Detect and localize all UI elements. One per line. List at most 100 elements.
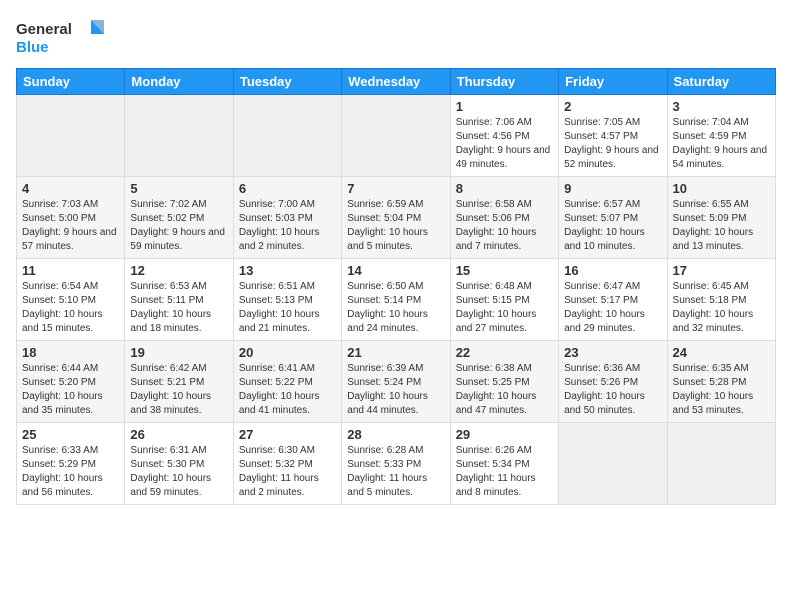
- calendar-header-row: SundayMondayTuesdayWednesdayThursdayFrid…: [17, 69, 776, 95]
- calendar-week-4: 18 Sunrise: 6:44 AMSunset: 5:20 PMDayligh…: [17, 341, 776, 423]
- day-number: 7: [347, 181, 444, 196]
- day-number: 5: [130, 181, 227, 196]
- calendar-cell: 19 Sunrise: 6:42 AMSunset: 5:21 PMDayligh…: [125, 341, 233, 423]
- day-number: 29: [456, 427, 553, 442]
- logo-svg: General Blue: [16, 16, 106, 58]
- day-info: Sunrise: 7:03 AMSunset: 5:00 PMDaylight:…: [22, 198, 119, 254]
- day-number: 10: [673, 181, 770, 196]
- calendar-cell: 9 Sunrise: 6:57 AMSunset: 5:07 PMDaylight…: [559, 177, 667, 259]
- calendar-cell: [667, 423, 775, 505]
- calendar-cell: 2 Sunrise: 7:05 AMSunset: 4:57 PMDaylight…: [559, 95, 667, 177]
- day-number: 14: [347, 263, 444, 278]
- day-number: 22: [456, 345, 553, 360]
- calendar-week-3: 11 Sunrise: 6:54 AMSunset: 5:10 PMDayligh…: [17, 259, 776, 341]
- calendar-table: SundayMondayTuesdayWednesdayThursdayFrid…: [16, 68, 776, 505]
- day-info: Sunrise: 6:28 AMSunset: 5:33 PMDaylight:…: [347, 444, 444, 500]
- day-info: Sunrise: 7:04 AMSunset: 4:59 PMDaylight:…: [673, 116, 770, 172]
- calendar-cell: 14Sunrise: 6:50 AMSunset: 5:14 PMDayligh…: [342, 259, 450, 341]
- day-info: Sunrise: 7:00 AMSunset: 5:03 PMDaylight:…: [239, 198, 336, 254]
- calendar-cell: 26 Sunrise: 6:31 AMSunset: 5:30 PMDayligh…: [125, 423, 233, 505]
- day-number: 17: [673, 263, 770, 278]
- day-info: Sunrise: 6:51 AMSunset: 5:13 PMDaylight:…: [239, 280, 336, 336]
- day-info: Sunrise: 6:45 AMSunset: 5:18 PMDaylight:…: [673, 280, 770, 336]
- weekday-header-sunday: Sunday: [17, 69, 125, 95]
- calendar-cell: 25 Sunrise: 6:33 AMSunset: 5:29 PMDayligh…: [17, 423, 125, 505]
- day-number: 12: [130, 263, 227, 278]
- day-info: Sunrise: 6:41 AMSunset: 5:22 PMDaylight:…: [239, 362, 336, 418]
- calendar-cell: 1Sunrise: 7:06 AMSunset: 4:56 PMDaylight…: [450, 95, 558, 177]
- calendar-cell: 23Sunrise: 6:36 AMSunset: 5:26 PMDayligh…: [559, 341, 667, 423]
- page-header: General Blue: [16, 16, 776, 58]
- calendar-week-5: 25 Sunrise: 6:33 AMSunset: 5:29 PMDayligh…: [17, 423, 776, 505]
- day-number: 6: [239, 181, 336, 196]
- calendar-cell: [233, 95, 341, 177]
- calendar-cell: 10 Sunrise: 6:55 AMSunset: 5:09 PMDayligh…: [667, 177, 775, 259]
- weekday-header-wednesday: Wednesday: [342, 69, 450, 95]
- day-number: 21: [347, 345, 444, 360]
- calendar-cell: 24 Sunrise: 6:35 AMSunset: 5:28 PMDayligh…: [667, 341, 775, 423]
- day-info: Sunrise: 6:36 AMSunset: 5:26 PMDaylight:…: [564, 362, 661, 418]
- calendar-cell: [17, 95, 125, 177]
- day-info: Sunrise: 7:05 AMSunset: 4:57 PMDaylight:…: [564, 116, 661, 172]
- calendar-cell: 15 Sunrise: 6:48 AMSunset: 5:15 PMDayligh…: [450, 259, 558, 341]
- weekday-header-thursday: Thursday: [450, 69, 558, 95]
- calendar-cell: 18 Sunrise: 6:44 AMSunset: 5:20 PMDayligh…: [17, 341, 125, 423]
- calendar-cell: [559, 423, 667, 505]
- day-info: Sunrise: 6:38 AMSunset: 5:25 PMDaylight:…: [456, 362, 553, 418]
- calendar-cell: 8Sunrise: 6:58 AMSunset: 5:06 PMDaylight…: [450, 177, 558, 259]
- day-number: 24: [673, 345, 770, 360]
- calendar-cell: 13 Sunrise: 6:51 AMSunset: 5:13 PMDayligh…: [233, 259, 341, 341]
- weekday-header-monday: Monday: [125, 69, 233, 95]
- day-number: 19: [130, 345, 227, 360]
- calendar-cell: 16Sunrise: 6:47 AMSunset: 5:17 PMDayligh…: [559, 259, 667, 341]
- day-number: 9: [564, 181, 661, 196]
- day-number: 11: [22, 263, 119, 278]
- calendar-cell: 5 Sunrise: 7:02 AMSunset: 5:02 PMDaylight…: [125, 177, 233, 259]
- day-info: Sunrise: 6:26 AMSunset: 5:34 PMDaylight:…: [456, 444, 553, 500]
- day-info: Sunrise: 6:35 AMSunset: 5:28 PMDaylight:…: [673, 362, 770, 418]
- day-number: 16: [564, 263, 661, 278]
- logo: General Blue: [16, 16, 106, 58]
- calendar-cell: 4Sunrise: 7:03 AMSunset: 5:00 PMDaylight…: [17, 177, 125, 259]
- day-info: Sunrise: 6:59 AMSunset: 5:04 PMDaylight:…: [347, 198, 444, 254]
- day-number: 13: [239, 263, 336, 278]
- day-number: 18: [22, 345, 119, 360]
- calendar-cell: 3 Sunrise: 7:04 AMSunset: 4:59 PMDaylight…: [667, 95, 775, 177]
- day-info: Sunrise: 6:39 AMSunset: 5:24 PMDaylight:…: [347, 362, 444, 418]
- calendar-cell: 17 Sunrise: 6:45 AMSunset: 5:18 PMDayligh…: [667, 259, 775, 341]
- calendar-cell: 27Sunrise: 6:30 AMSunset: 5:32 PMDayligh…: [233, 423, 341, 505]
- calendar-cell: 20 Sunrise: 6:41 AMSunset: 5:22 PMDayligh…: [233, 341, 341, 423]
- day-info: Sunrise: 6:42 AMSunset: 5:21 PMDaylight:…: [130, 362, 227, 418]
- calendar-cell: 28Sunrise: 6:28 AMSunset: 5:33 PMDayligh…: [342, 423, 450, 505]
- day-info: Sunrise: 6:57 AMSunset: 5:07 PMDaylight:…: [564, 198, 661, 254]
- day-number: 3: [673, 99, 770, 114]
- svg-text:General: General: [16, 21, 72, 38]
- day-info: Sunrise: 6:55 AMSunset: 5:09 PMDaylight:…: [673, 198, 770, 254]
- calendar-cell: 7 Sunrise: 6:59 AMSunset: 5:04 PMDaylight…: [342, 177, 450, 259]
- day-info: Sunrise: 6:44 AMSunset: 5:20 PMDaylight:…: [22, 362, 119, 418]
- day-info: Sunrise: 6:48 AMSunset: 5:15 PMDaylight:…: [456, 280, 553, 336]
- day-number: 15: [456, 263, 553, 278]
- day-number: 26: [130, 427, 227, 442]
- day-info: Sunrise: 7:02 AMSunset: 5:02 PMDaylight:…: [130, 198, 227, 254]
- day-info: Sunrise: 6:54 AMSunset: 5:10 PMDaylight:…: [22, 280, 119, 336]
- calendar-cell: 29 Sunrise: 6:26 AMSunset: 5:34 PMDayligh…: [450, 423, 558, 505]
- svg-text:Blue: Blue: [16, 39, 49, 56]
- day-info: Sunrise: 6:31 AMSunset: 5:30 PMDaylight:…: [130, 444, 227, 500]
- calendar-cell: 21 Sunrise: 6:39 AMSunset: 5:24 PMDayligh…: [342, 341, 450, 423]
- calendar-cell: 6 Sunrise: 7:00 AMSunset: 5:03 PMDaylight…: [233, 177, 341, 259]
- calendar-cell: 22 Sunrise: 6:38 AMSunset: 5:25 PMDayligh…: [450, 341, 558, 423]
- day-number: 20: [239, 345, 336, 360]
- day-number: 25: [22, 427, 119, 442]
- day-info: Sunrise: 6:33 AMSunset: 5:29 PMDaylight:…: [22, 444, 119, 500]
- calendar-week-1: 1Sunrise: 7:06 AMSunset: 4:56 PMDaylight…: [17, 95, 776, 177]
- day-info: Sunrise: 6:53 AMSunset: 5:11 PMDaylight:…: [130, 280, 227, 336]
- day-number: 27: [239, 427, 336, 442]
- weekday-header-tuesday: Tuesday: [233, 69, 341, 95]
- calendar-cell: 12 Sunrise: 6:53 AMSunset: 5:11 PMDayligh…: [125, 259, 233, 341]
- calendar-cell: [342, 95, 450, 177]
- calendar-week-2: 4Sunrise: 7:03 AMSunset: 5:00 PMDaylight…: [17, 177, 776, 259]
- weekday-header-friday: Friday: [559, 69, 667, 95]
- day-number: 2: [564, 99, 661, 114]
- calendar-cell: [125, 95, 233, 177]
